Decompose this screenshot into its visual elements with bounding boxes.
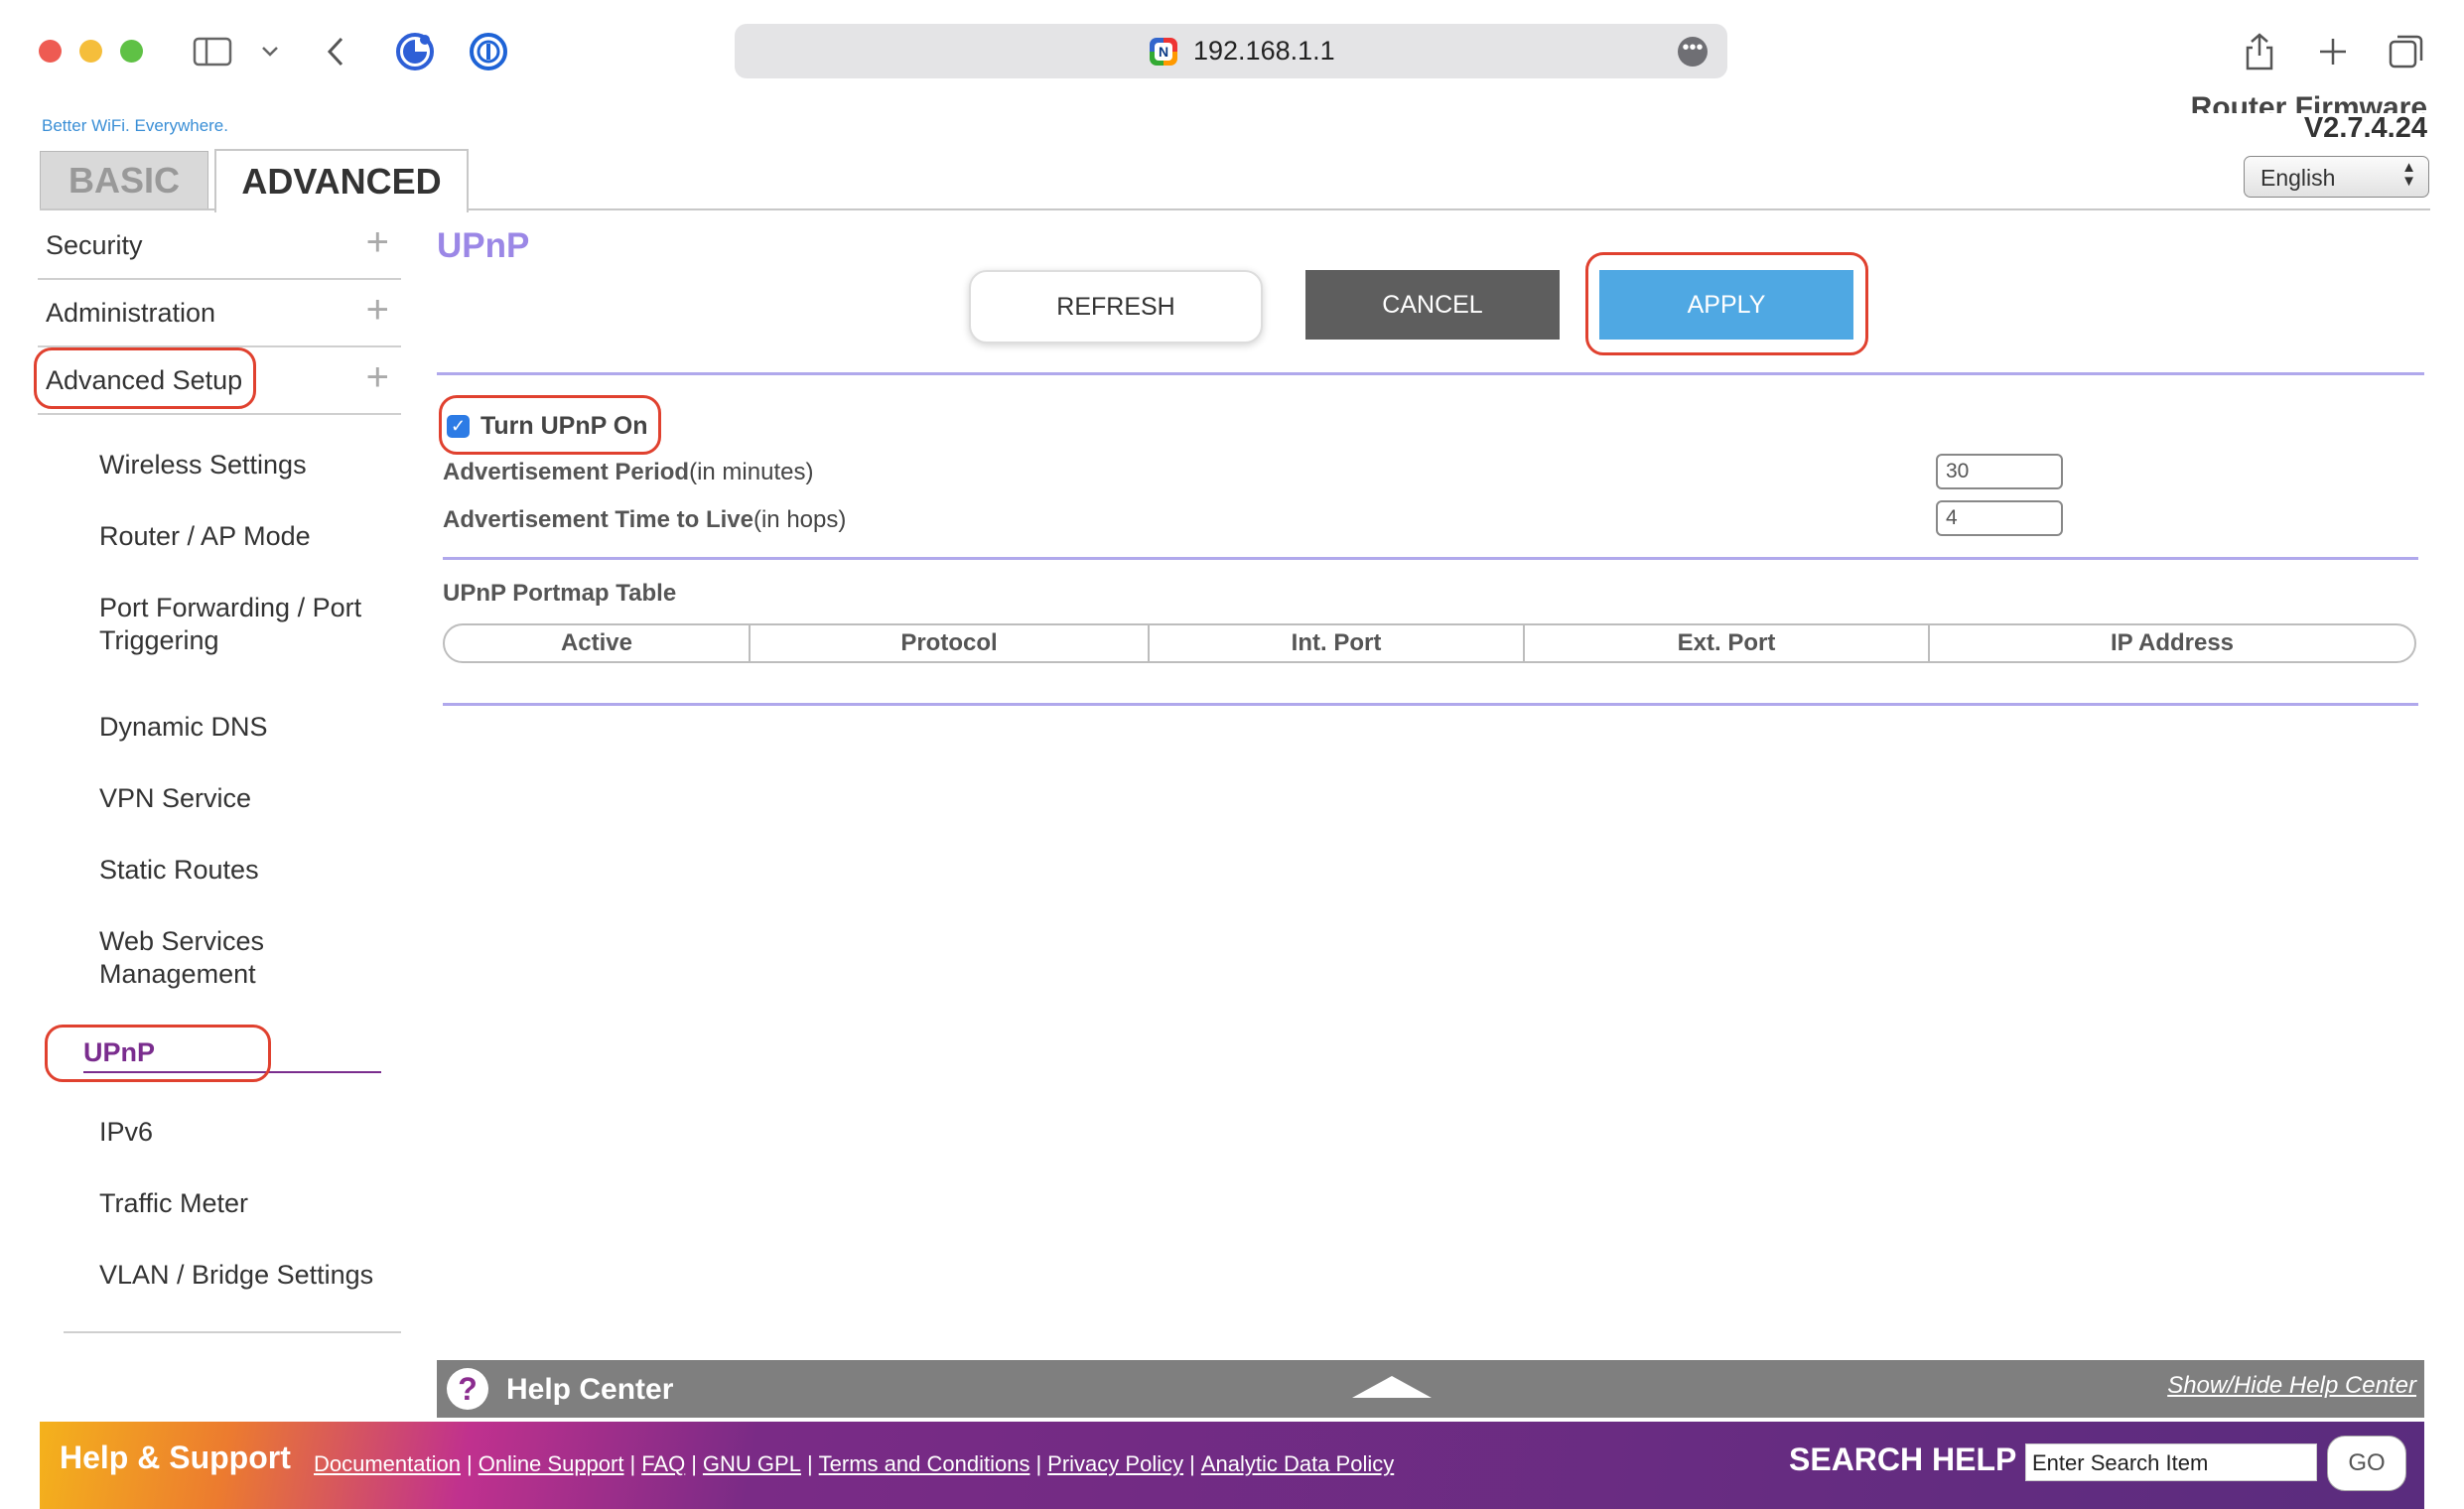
section-divider <box>437 372 2424 375</box>
column-header-protocol: Protocol <box>751 625 1150 661</box>
footer-link-privacy[interactable]: Privacy Policy <box>1047 1451 1183 1476</box>
page-title: UPnP <box>437 226 530 265</box>
tab-advanced[interactable]: ADVANCED <box>214 149 469 212</box>
sidebar-item-vlan-bridge-settings[interactable]: VLAN / Bridge Settings <box>99 1259 397 1292</box>
advertisement-ttl-input[interactable]: 4 <box>1936 500 2063 536</box>
zoom-window-button[interactable] <box>120 40 143 63</box>
footer-link-gnu-gpl[interactable]: GNU GPL <box>703 1451 801 1476</box>
sidebar-section-security[interactable]: Security + <box>38 212 401 280</box>
close-window-button[interactable] <box>39 40 62 63</box>
upnp-checkbox[interactable]: ✓ <box>447 415 470 438</box>
brand-tagline: Better WiFi. Everywhere. <box>42 116 228 135</box>
footer-links: Documentation | Online Support | FAQ | GNU GPL… <box>314 1451 1394 1477</box>
expand-plus-icon[interactable]: + <box>366 357 389 397</box>
advertisement-ttl-label: Advertisement Time to Live(in hops) <box>443 506 847 533</box>
footer-link-faq[interactable]: FAQ <box>641 1451 685 1476</box>
sidebar-section-label: Security <box>46 230 143 260</box>
minimize-window-button[interactable] <box>79 40 102 63</box>
privacy-extension-icon[interactable] <box>393 30 437 73</box>
link-separator: | <box>806 1451 813 1476</box>
active-item-underline <box>83 1071 381 1073</box>
column-header-ip-address: IP Address <box>2110 629 2235 656</box>
select-arrows-icon: ▲ ▼ <box>2401 159 2416 190</box>
sidebar-item-static-routes[interactable]: Static Routes <box>99 854 397 887</box>
sidebar-toggle-icon[interactable] <box>191 30 234 73</box>
tab-overview-icon[interactable] <box>2385 30 2428 73</box>
expand-plus-icon[interactable]: + <box>366 222 389 262</box>
column-header-int-port: Int. Port <box>1150 625 1525 661</box>
link-separator: | <box>466 1451 473 1476</box>
sidebar-item-traffic-meter[interactable]: Traffic Meter <box>99 1187 397 1220</box>
link-separator: | <box>1035 1451 1042 1476</box>
help-center-bar: ? Help Center Show/Hide Help Center <box>437 1360 2424 1418</box>
sidebar-item-port-forwarding[interactable]: Port Forwarding / Port Triggering <box>99 592 387 657</box>
column-header-active: Active <box>445 625 751 661</box>
footer-link-documentation[interactable]: Documentation <box>314 1451 461 1476</box>
help-support-footer: Help & Support Documentation | Online Supp… <box>40 1422 2424 1509</box>
apply-button[interactable]: APPLY <box>1599 270 1853 340</box>
sidebar-bottom-divider <box>64 1331 401 1333</box>
language-select[interactable]: English ▲ ▼ <box>2244 156 2429 198</box>
sidebar-section-administration[interactable]: Administration + <box>38 280 401 347</box>
refresh-button[interactable]: REFRESH <box>969 270 1263 343</box>
link-separator: | <box>1189 1451 1195 1476</box>
sidebar-item-vpn-service[interactable]: VPN Service <box>99 782 397 815</box>
footer-link-online-support[interactable]: Online Support <box>479 1451 624 1476</box>
section-divider <box>443 557 2418 560</box>
expand-plus-icon[interactable]: + <box>366 290 389 330</box>
footer-link-analytic-data[interactable]: Analytic Data Policy <box>1201 1451 1394 1476</box>
tab-basic[interactable]: BASIC <box>40 151 208 210</box>
search-go-button[interactable]: GO <box>2327 1436 2406 1491</box>
expand-up-arrow-icon[interactable] <box>1352 1376 1432 1398</box>
advertisement-period-input[interactable]: 30 <box>1936 454 2063 489</box>
share-icon[interactable] <box>2238 30 2281 73</box>
column-header-ext-port: Ext. Port <box>1525 625 1930 661</box>
firmware-version-value: V2.7.4.24 <box>2303 112 2427 144</box>
site-favicon-icon: N <box>1150 38 1177 66</box>
chevron-down-icon[interactable] <box>248 30 292 73</box>
sidebar-section-label: Administration <box>46 298 216 328</box>
upnp-checkbox-label[interactable]: Turn UPnP On <box>480 412 648 441</box>
sidebar-item-ipv6[interactable]: IPv6 <box>99 1116 397 1149</box>
sidebar-section-label: Advanced Setup <box>46 365 243 395</box>
sidebar-item-web-services-management[interactable]: Web Services Management <box>99 925 318 991</box>
firmware-version-label: Router Firmware Version <box>2190 91 2427 113</box>
sidebar-item-wireless-settings[interactable]: Wireless Settings <box>99 449 397 481</box>
footer-title: Help & Support <box>60 1440 291 1475</box>
link-separator: | <box>691 1451 697 1476</box>
question-mark-icon[interactable]: ? <box>447 1368 488 1410</box>
advertisement-period-label: Advertisement Period(in minutes) <box>443 459 814 485</box>
section-divider <box>443 703 2418 706</box>
url-text[interactable]: 192.168.1.1 <box>1193 36 1335 67</box>
search-help-title: SEARCH HELP <box>1789 1441 2017 1477</box>
language-select-value: English <box>2260 165 2336 191</box>
help-center-title: Help Center <box>506 1373 674 1406</box>
back-arrow-icon[interactable] <box>314 30 357 73</box>
portmap-table-header: Active Protocol Int. Port Ext. Port IP A… <box>443 623 2416 663</box>
search-help-input[interactable]: Enter Search Item <box>2025 1443 2317 1481</box>
cancel-button[interactable]: CANCEL <box>1305 270 1560 340</box>
portmap-table-title: UPnP Portmap Table <box>443 580 677 607</box>
show-hide-help-link[interactable]: Show/Hide Help Center <box>2167 1372 2416 1400</box>
sidebar-item-router-ap-mode[interactable]: Router / AP Mode <box>99 520 397 553</box>
link-separator: | <box>629 1451 636 1476</box>
more-options-icon[interactable]: ••• <box>1678 37 1708 67</box>
footer-link-terms[interactable]: Terms and Conditions <box>819 1451 1030 1476</box>
sidebar-section-advanced-setup[interactable]: Advanced Setup + <box>38 347 401 415</box>
address-bar[interactable]: N 192.168.1.1 ••• <box>735 24 1727 78</box>
sidebar-item-dynamic-dns[interactable]: Dynamic DNS <box>99 711 397 744</box>
sidebar-item-upnp-active[interactable]: UPnP <box>83 1037 381 1068</box>
new-tab-icon[interactable] <box>2311 30 2355 73</box>
password-manager-icon[interactable] <box>467 30 510 73</box>
